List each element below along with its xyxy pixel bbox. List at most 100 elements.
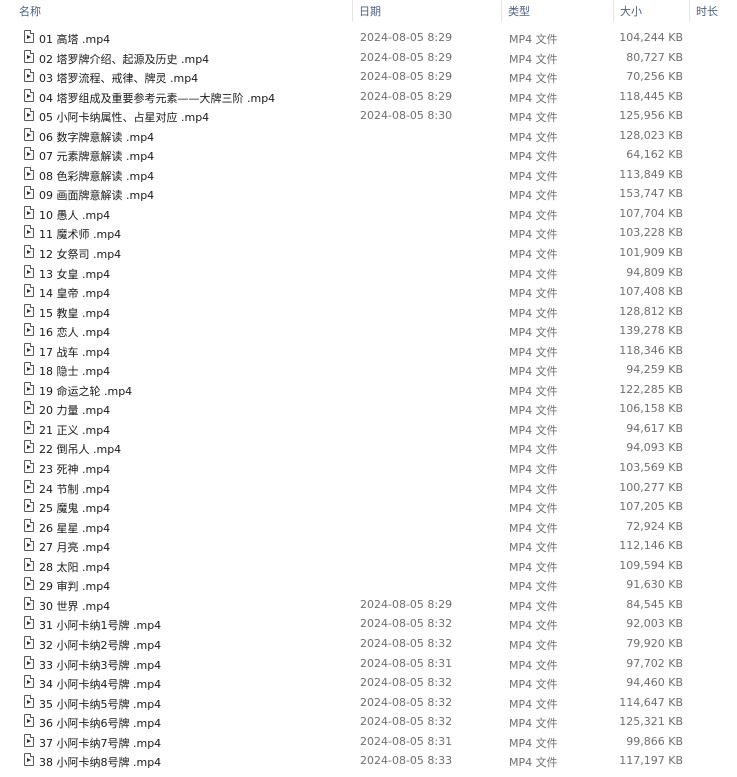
file-date: 2024-08-05 8:32 bbox=[360, 636, 453, 650]
file-row[interactable]: 30 世界 .mp4 2024-08-05 8:29 MP4 文件 84,545 KB bbox=[0, 595, 737, 615]
file-row[interactable]: 27 月亮 .mp4 MP4 文件 112,146 KB bbox=[0, 536, 737, 556]
file-name: 24 节制 .mp4 bbox=[39, 482, 111, 496]
column-header-type[interactable]: 类型 bbox=[508, 3, 530, 19]
file-row[interactable]: 12 女祭司 .mp4 MP4 文件 101,909 KB bbox=[0, 243, 737, 263]
column-header-name[interactable]: 名称 bbox=[19, 3, 41, 19]
video-file-icon bbox=[24, 440, 34, 454]
file-name: 21 正义 .mp4 bbox=[39, 423, 111, 437]
column-divider[interactable] bbox=[501, 0, 502, 22]
file-row[interactable]: 03 塔罗流程、戒律、牌灵 .mp4 2024-08-05 8:29 MP4 文件 7… bbox=[0, 67, 737, 87]
file-name: 23 死神 .mp4 bbox=[39, 463, 111, 477]
column-header-date[interactable]: 日期 bbox=[359, 3, 381, 19]
file-row[interactable]: 10 愚人 .mp4 MP4 文件 107,704 KB bbox=[0, 204, 737, 224]
video-file-icon bbox=[24, 518, 34, 532]
file-date: 2024-08-05 8:29 bbox=[360, 597, 453, 611]
file-row[interactable]: 02 塔罗牌介绍、起源及历史 .mp4 2024-08-05 8:29 MP4 文件… bbox=[0, 48, 737, 68]
video-file-icon bbox=[24, 753, 34, 767]
file-row[interactable]: 01 高塔 .mp4 2024-08-05 8:29 MP4 文件 104,244 K… bbox=[0, 28, 737, 48]
file-row[interactable]: 24 节制 .mp4 MP4 文件 100,277 KB bbox=[0, 478, 737, 498]
file-type: MP4 文件 bbox=[509, 189, 558, 203]
file-type: MP4 文件 bbox=[509, 169, 558, 183]
file-type: MP4 文件 bbox=[509, 345, 558, 359]
file-type: MP4 文件 bbox=[509, 521, 558, 535]
file-row[interactable]: 04 塔罗组成及重要参考元素——大牌三阶 .mp4 2024-08-05 8:29… bbox=[0, 87, 737, 107]
video-file-icon bbox=[24, 108, 34, 122]
column-header-size[interactable]: 大小 bbox=[620, 3, 642, 19]
file-type: MP4 文件 bbox=[509, 33, 558, 46]
file-name: 19 命运之轮 .mp4 bbox=[39, 384, 133, 398]
file-row[interactable]: 23 死神 .mp4 MP4 文件 103,569 KB bbox=[0, 458, 737, 478]
file-date: 2024-08-05 8:29 bbox=[360, 50, 453, 64]
file-size: 153,747 KB bbox=[619, 187, 683, 201]
file-row[interactable]: 25 魔鬼 .mp4 MP4 文件 107,205 KB bbox=[0, 497, 737, 517]
file-name: 10 愚人 .mp4 bbox=[39, 208, 111, 222]
video-file-icon bbox=[24, 205, 34, 219]
file-row[interactable]: 06 数字牌意解读 .mp4 MP4 文件 128,023 KB bbox=[0, 126, 737, 146]
column-divider[interactable] bbox=[689, 0, 690, 22]
file-type: MP4 文件 bbox=[509, 228, 558, 242]
file-row[interactable]: 20 力量 .mp4 MP4 文件 106,158 KB bbox=[0, 399, 737, 419]
column-divider[interactable] bbox=[613, 0, 614, 22]
video-file-icon bbox=[24, 381, 34, 395]
file-size: 92,003 KB bbox=[626, 617, 683, 631]
video-file-icon bbox=[24, 420, 34, 434]
file-size: 118,346 KB bbox=[619, 343, 683, 357]
column-divider[interactable] bbox=[352, 0, 353, 22]
file-name: 25 魔鬼 .mp4 bbox=[39, 502, 111, 516]
file-row[interactable]: 22 倒吊人 .mp4 MP4 文件 94,093 KB bbox=[0, 438, 737, 458]
file-size: 125,321 KB bbox=[619, 715, 683, 729]
file-size: 103,228 KB bbox=[619, 226, 683, 240]
file-row[interactable]: 35 小阿卡纳5号牌 .mp4 2024-08-05 8:32 MP4 文件 114,… bbox=[0, 693, 737, 713]
file-size: 91,630 KB bbox=[626, 578, 683, 592]
file-row[interactable]: 26 星星 .mp4 MP4 文件 72,924 KB bbox=[0, 517, 737, 537]
file-row[interactable]: 34 小阿卡纳4号牌 .mp4 2024-08-05 8:32 MP4 文件 94,4… bbox=[0, 673, 737, 693]
video-file-icon bbox=[24, 655, 34, 669]
file-row[interactable]: 05 小阿卡纳属性、占星对应 .mp4 2024-08-05 8:30 MP4 文件… bbox=[0, 106, 737, 126]
file-row[interactable]: 33 小阿卡纳3号牌 .mp4 2024-08-05 8:31 MP4 文件 97,7… bbox=[0, 654, 737, 674]
file-date: 2024-08-05 8:29 bbox=[360, 31, 453, 44]
file-name: 08 色彩牌意解读 .mp4 bbox=[39, 169, 155, 183]
video-file-icon bbox=[24, 596, 34, 610]
file-row[interactable]: 08 色彩牌意解读 .mp4 MP4 文件 113,849 KB bbox=[0, 165, 737, 185]
file-size: 101,909 KB bbox=[619, 246, 683, 260]
file-type: MP4 文件 bbox=[509, 736, 558, 750]
file-row[interactable]: 07 元素牌意解读 .mp4 MP4 文件 64,162 KB bbox=[0, 145, 737, 165]
video-file-icon bbox=[24, 186, 34, 200]
file-row[interactable]: 13 女皇 .mp4 MP4 文件 94,809 KB bbox=[0, 263, 737, 283]
file-type: MP4 文件 bbox=[509, 580, 558, 594]
file-row[interactable]: 37 小阿卡纳7号牌 .mp4 2024-08-05 8:31 MP4 文件 99,8… bbox=[0, 732, 737, 752]
video-file-icon bbox=[24, 342, 34, 356]
file-size: 94,617 KB bbox=[626, 421, 683, 435]
file-date: 2024-08-05 8:29 bbox=[360, 70, 453, 84]
file-row[interactable]: 17 战车 .mp4 MP4 文件 118,346 KB bbox=[0, 341, 737, 361]
file-date: 2024-08-05 8:31 bbox=[360, 656, 453, 670]
file-type: MP4 文件 bbox=[509, 541, 558, 555]
file-type: MP4 文件 bbox=[509, 423, 558, 437]
file-type: MP4 文件 bbox=[509, 52, 558, 66]
file-row[interactable]: 16 恋人 .mp4 MP4 文件 139,278 KB bbox=[0, 321, 737, 341]
file-row[interactable]: 11 魔术师 .mp4 MP4 文件 103,228 KB bbox=[0, 223, 737, 243]
file-row[interactable]: 21 正义 .mp4 MP4 文件 94,617 KB bbox=[0, 419, 737, 439]
file-size: 122,285 KB bbox=[619, 382, 683, 396]
file-name: 14 皇帝 .mp4 bbox=[39, 287, 111, 301]
file-row[interactable]: 28 太阳 .mp4 MP4 文件 109,594 KB bbox=[0, 556, 737, 576]
file-size: 94,093 KB bbox=[626, 441, 683, 455]
file-row[interactable]: 31 小阿卡纳1号牌 .mp4 2024-08-05 8:32 MP4 文件 92,0… bbox=[0, 614, 737, 634]
file-size: 94,259 KB bbox=[626, 363, 683, 377]
file-row[interactable]: 18 隐士 .mp4 MP4 文件 94,259 KB bbox=[0, 360, 737, 380]
file-type: MP4 文件 bbox=[509, 756, 558, 770]
file-type: MP4 文件 bbox=[509, 248, 558, 262]
file-row[interactable]: 29 审判 .mp4 MP4 文件 91,630 KB bbox=[0, 575, 737, 595]
file-name: 26 星星 .mp4 bbox=[39, 521, 111, 535]
file-row[interactable]: 15 教皇 .mp4 MP4 文件 128,812 KB bbox=[0, 302, 737, 322]
file-row[interactable]: 09 画面牌意解读 .mp4 MP4 文件 153,747 KB bbox=[0, 184, 737, 204]
file-type: MP4 文件 bbox=[509, 697, 558, 711]
file-row[interactable]: 19 命运之轮 .mp4 MP4 文件 122,285 KB bbox=[0, 380, 737, 400]
column-header-duration[interactable]: 时长 bbox=[696, 3, 718, 19]
file-date: 2024-08-05 8:32 bbox=[360, 676, 453, 690]
file-row[interactable]: 32 小阿卡纳2号牌 .mp4 2024-08-05 8:32 MP4 文件 79,9… bbox=[0, 634, 737, 654]
file-row[interactable]: 36 小阿卡纳6号牌 .mp4 2024-08-05 8:32 MP4 文件 125,… bbox=[0, 712, 737, 732]
file-row[interactable]: 38 小阿卡纳8号牌 .mp4 2024-08-05 8:33 MP4 文件 117,… bbox=[0, 751, 737, 771]
file-row[interactable]: 14 皇帝 .mp4 MP4 文件 107,408 KB bbox=[0, 282, 737, 302]
video-file-icon bbox=[24, 577, 34, 591]
